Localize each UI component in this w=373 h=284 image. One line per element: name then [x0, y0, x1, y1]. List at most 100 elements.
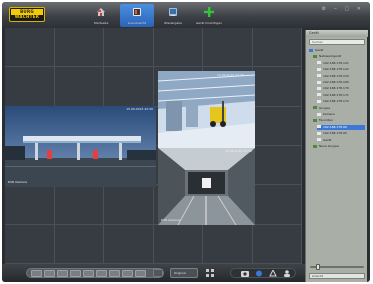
slider-knob[interactable] [316, 264, 320, 270]
grid-cell[interactable] [5, 67, 55, 107]
device-tree-label: 192.168.178.121 [323, 60, 349, 65]
layout-8-button[interactable] [70, 270, 81, 277]
grid-cell[interactable] [54, 224, 104, 264]
panel-footer-select[interactable]: Ansicht [309, 273, 365, 279]
grid-icon[interactable] [206, 269, 214, 277]
device-tree-item[interactable]: Gerät [309, 48, 365, 53]
logo-line2: WÄCHTER [14, 14, 40, 19]
device-tree-label: Kamera [323, 112, 335, 116]
device-tree-item[interactable]: Gruppe [313, 106, 365, 111]
grid-cell[interactable] [5, 185, 55, 225]
snapshot-icon[interactable] [241, 270, 249, 277]
grid-cell[interactable] [104, 185, 154, 225]
playback-icon [169, 8, 177, 16]
grid-cell[interactable] [104, 67, 154, 107]
panel-slider[interactable] [310, 264, 364, 270]
grid-cell[interactable] [153, 224, 203, 264]
record-icon[interactable] [255, 270, 263, 277]
add-icon [204, 7, 214, 17]
user-icon[interactable] [283, 270, 291, 277]
camera-icon [317, 99, 321, 103]
device-tree-item[interactable]: 192.168.178.150 [317, 74, 365, 79]
grid-cell[interactable] [252, 67, 302, 107]
device-tree-item[interactable]: 192.168.178.90 [317, 124, 365, 130]
toolbar-home-button[interactable]: Startseite [84, 4, 118, 27]
camera-view-3[interactable]: 15.09.2015 22:30 DVR Kamera [158, 148, 255, 225]
fullscreen-button[interactable] [153, 269, 163, 277]
device-tree-item[interactable]: 192.168.178.165 [317, 80, 365, 85]
layout-4-button[interactable] [44, 270, 55, 277]
window-controls[interactable]: ⚙ ‒ ▢ ✕ [322, 6, 364, 12]
device-search-input[interactable]: Suchen [309, 39, 365, 45]
device-tree-item[interactable]: 192.168.178.172 [317, 99, 365, 104]
home-icon [97, 8, 105, 16]
live-view-grid[interactable]: 15.09.2015 22:30 DVR Kamera 15.09.2015 2… [5, 28, 302, 264]
layout-1-button[interactable] [31, 270, 42, 277]
device-tree-label: Gerät [315, 48, 324, 52]
layout-9-button[interactable] [83, 270, 94, 277]
grid-cell[interactable] [203, 28, 253, 68]
camera-icon [317, 138, 321, 142]
camera-icon [317, 74, 321, 78]
camera-icon [317, 80, 321, 84]
layout-button-group [26, 268, 164, 278]
device-tree-label: Favoriten [319, 118, 333, 123]
grid-cell[interactable] [252, 185, 302, 225]
camera-3-image [158, 148, 255, 225]
device-tree-label: 192.168.178.90 [323, 124, 347, 129]
alarm-icon[interactable] [269, 270, 277, 277]
toolbar-live-view-button[interactable]: Live-Ansicht [120, 4, 154, 27]
grid-cell[interactable] [5, 224, 55, 264]
camera-3-timestamp: 15.09.2015 22:30 [225, 149, 252, 153]
camera-icon [317, 86, 321, 90]
camera-icon [317, 93, 321, 97]
device-tree-item[interactable]: Favoriten [313, 118, 365, 123]
grid-cell[interactable] [252, 224, 302, 264]
grid-cell[interactable] [252, 146, 302, 186]
grid-cell[interactable] [5, 28, 55, 68]
device-tree-label: 192.168.178.150 [323, 73, 349, 78]
stream-select[interactable]: Original [170, 268, 198, 278]
folder-icon [309, 48, 313, 52]
device-tree-item[interactable]: Netzwerkgerät [313, 54, 365, 59]
device-tree-item[interactable]: 192.168.178.122 [317, 67, 365, 72]
live-view-icon [133, 8, 141, 16]
toolbar-playback-button[interactable]: Wiedergabe [156, 4, 190, 27]
camera-icon [317, 125, 321, 129]
camera-1-timestamp: 15.09.2015 22:30 [126, 107, 153, 111]
toolbar-home-label: Startseite [93, 21, 109, 25]
layout-25-button[interactable] [122, 270, 133, 277]
device-tree-item[interactable]: 192.168.178.95 [317, 131, 365, 136]
grid-cell[interactable] [54, 185, 104, 225]
grid-cell[interactable] [54, 67, 104, 107]
toolbar-add-device-button[interactable]: Gerät hinzufügen [192, 4, 226, 27]
layout-6-button[interactable] [57, 270, 68, 277]
grid-cell[interactable] [252, 106, 302, 146]
camera-icon [317, 131, 321, 135]
device-tree-item[interactable]: 192.168.178.171 [317, 93, 365, 98]
grid-cell[interactable] [203, 224, 253, 264]
bottom-right-controls [230, 268, 296, 278]
brand-logo: BURG WÄCHTER [9, 7, 45, 22]
device-tree-item[interactable]: 192.168.178.121 [317, 61, 365, 66]
layout-13-button[interactable] [96, 270, 107, 277]
device-tree-item[interactable]: Neue Gruppe [313, 144, 365, 149]
camera-view-1[interactable]: 15.09.2015 22:30 DVR Kamera [5, 106, 156, 187]
device-tree-item[interactable]: Gerät [317, 138, 365, 143]
grid-cell[interactable] [252, 28, 302, 68]
device-tree-label: 192.168.178.165 [323, 80, 349, 84]
device-tree-label: 192.168.178.171 [323, 92, 349, 97]
grid-cell[interactable] [153, 28, 203, 68]
device-tree-item[interactable]: Kamera [317, 112, 365, 117]
layout-16-button[interactable] [109, 270, 120, 277]
camera-icon [317, 112, 321, 116]
folder-icon [313, 54, 317, 58]
grid-cell[interactable] [54, 28, 104, 68]
camera-view-2[interactable] [158, 71, 255, 148]
grid-cell[interactable] [104, 224, 154, 264]
grid-cell[interactable] [104, 28, 154, 68]
toolbar-add-device-label: Gerät hinzufügen [195, 21, 223, 25]
device-tree-item[interactable]: 192.168.178.170 [317, 86, 365, 91]
layout-36-button[interactable] [135, 270, 146, 277]
camera-icon [317, 67, 321, 71]
